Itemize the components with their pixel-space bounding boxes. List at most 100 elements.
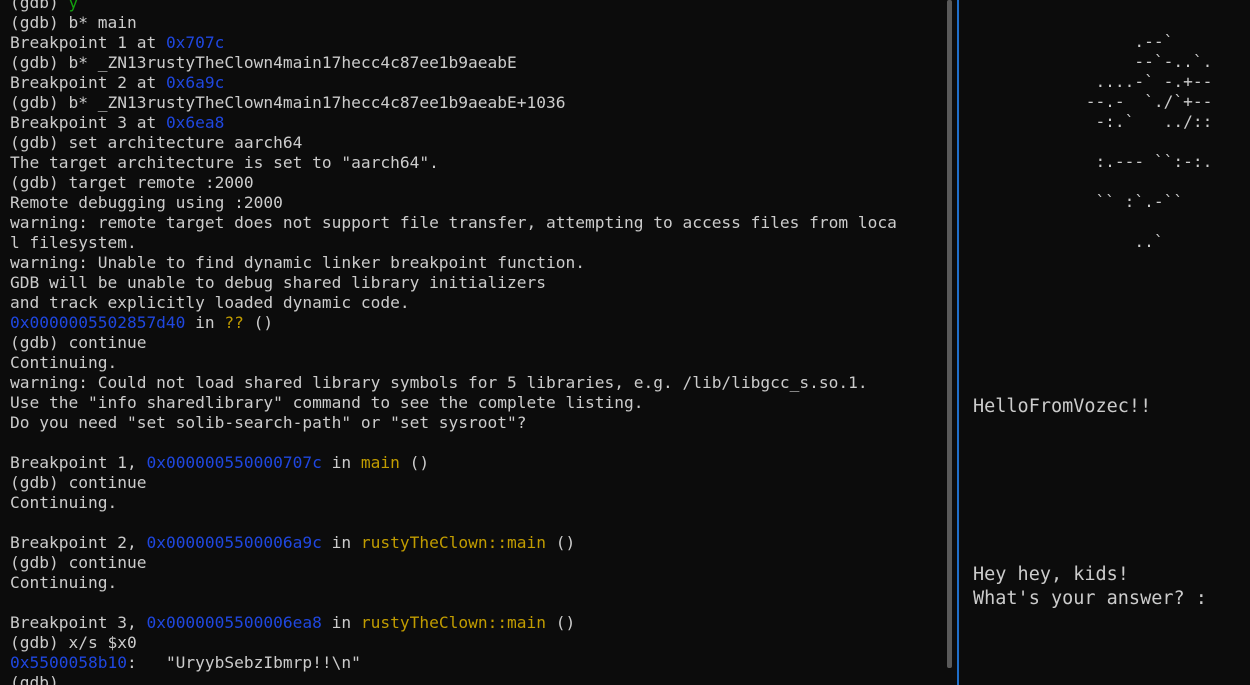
terminal-text: y (68, 0, 79, 12)
terminal-text: Remote debugging using :2000 (10, 193, 283, 212)
terminal-line: Use the "info sharedlibrary" command to … (10, 393, 897, 413)
terminal-text: (gdb) (10, 673, 69, 685)
terminal-text: 0x000000550000707c (146, 453, 322, 472)
terminal-text: 0x6a9c (165, 73, 225, 92)
terminal-text: (gdb) set architecture aarch64 (10, 133, 303, 152)
terminal-text: Breakpoint 2, (10, 533, 147, 552)
terminal-text: warning: remote target does not support … (10, 213, 897, 232)
art-line: ..` (959, 232, 1164, 251)
terminal-line: warning: Unable to find dynamic linker b… (10, 253, 897, 273)
terminal-line: (gdb) continue (10, 333, 897, 353)
terminal-text: Breakpoint 3, (10, 613, 147, 632)
ascii-art: .--` --`-..`. ....-` -.+-- --.- `./`+-- … (959, 32, 1213, 252)
terminal-line: (gdb) x/s $x0 (10, 633, 897, 653)
terminal-text: main (360, 453, 400, 472)
terminal-text: (gdb) target remote :2000 (10, 173, 254, 192)
terminal-text: 0x0000005500006a9c (146, 533, 322, 552)
terminal-line: 0x0000005502857d40 in ?? () (10, 313, 897, 333)
terminal-line: (gdb) continue (10, 553, 897, 573)
terminal-line: Do you need "set solib-search-path" or "… (10, 413, 897, 433)
terminal-line: Breakpoint 1, 0x000000550000707c in main… (10, 453, 897, 473)
terminal-text: () (399, 453, 430, 472)
art-line: --`-..`. (959, 52, 1213, 71)
hello-message: HelloFromVozec!! (973, 396, 1152, 417)
terminal-text: (gdb) continue (10, 473, 147, 492)
prompt-line-1: Hey hey, kids! (973, 564, 1129, 585)
gdb-output: (gdb) y (gdb) b* main Breakpoint 1 at 0x70… (10, 0, 897, 685)
terminal-line: (gdb) b* _ZN13rustyTheClown4main17hecc4c… (10, 93, 897, 113)
art-line: --.- `./`+-- (959, 92, 1213, 111)
terminal-line: Breakpoint 2 at 0x6a9c (10, 73, 897, 93)
terminal-text: warning: Unable to find dynamic linker b… (10, 253, 585, 272)
terminal-line: 0x5500058b10: "UryybSebzIbmrp!!\n" (10, 653, 897, 673)
terminal-text: in (321, 613, 361, 632)
art-line: ....-` -.+-- (959, 72, 1213, 91)
terminal-text: warning: Could not load shared library s… (10, 373, 868, 392)
terminal-line: Continuing. (10, 493, 897, 513)
terminal-line: (gdb) (10, 673, 897, 685)
terminal-text: rustyTheClown::main (360, 533, 547, 552)
terminal-line: Breakpoint 3, 0x0000005500006ea8 in rust… (10, 613, 897, 633)
terminal-text: Use the "info sharedlibrary" command to … (10, 393, 644, 412)
terminal-text: 0x5500058b10 (10, 653, 127, 672)
terminal-text: Continuing. (10, 493, 118, 512)
terminal-text: 0x6ea8 (165, 113, 225, 132)
terminal-line: GDB will be unable to debug shared libra… (10, 273, 897, 293)
terminal-text: 0x0000005502857d40 (10, 313, 186, 332)
prompt-line-2[interactable]: What's your answer? : (973, 587, 1207, 611)
art-line: :.--- ``:-:. (959, 152, 1213, 171)
terminal-line: l filesystem. (10, 233, 897, 253)
terminal-line: Continuing. (10, 573, 897, 593)
terminal-line: Continuing. (10, 353, 897, 373)
terminal-text: Breakpoint 1, (10, 453, 147, 472)
terminal-text: l filesystem. (10, 233, 137, 252)
terminal-line: and track explicitly loaded dynamic code… (10, 293, 897, 313)
terminal-text: Continuing. (10, 353, 118, 372)
terminal-text: () (546, 533, 576, 552)
scrollbar[interactable] (947, 0, 952, 668)
terminal-line: (gdb) target remote :2000 (10, 173, 897, 193)
terminal-text: and track explicitly loaded dynamic code… (10, 293, 410, 312)
art-line (959, 172, 1212, 192)
terminal-line: The target architecture is set to "aarch… (10, 153, 897, 173)
terminal-text: (gdb) b* main (10, 13, 137, 32)
terminal-text: : "UryybSebzIbmrp!!\n" (126, 653, 361, 672)
terminal-text: Breakpoint 3 at (10, 113, 166, 132)
terminal-text: Continuing. (10, 573, 118, 592)
terminal-text: (gdb) (10, 0, 69, 12)
terminal-text: The target architecture is set to "aarch… (10, 153, 439, 172)
terminal-text: in (185, 313, 225, 332)
terminal-text: (gdb) continue (10, 553, 147, 572)
art-line: -:.` ../:: (959, 112, 1213, 131)
gdb-terminal-pane[interactable]: (gdb) y (gdb) b* main Breakpoint 1 at 0x70… (0, 0, 946, 685)
terminal-text: in (321, 533, 361, 552)
terminal-text: Breakpoint 1 at (10, 33, 166, 52)
terminal-line: (gdb) b* _ZN13rustyTheClown4main17hecc4c… (10, 53, 897, 73)
terminal-text: rustyTheClown::main (360, 613, 547, 632)
terminal-text: () (546, 613, 576, 632)
terminal-text: () (243, 313, 274, 332)
terminal-line: Breakpoint 3 at 0x6ea8 (10, 113, 897, 133)
terminal-line: (gdb) set architecture aarch64 (10, 133, 897, 153)
terminal-line: (gdb) b* main (10, 13, 897, 33)
terminal-text: Do you need "set solib-search-path" or "… (10, 413, 527, 432)
terminal-text: in (321, 453, 361, 472)
art-line: `` :`.-`` (959, 192, 1184, 211)
terminal-text: (gdb) b* _ZN13rustyTheClown4main17hecc4c… (10, 53, 517, 72)
terminal-text: (gdb) continue (10, 333, 147, 352)
terminal-line: Breakpoint 1 at 0x707c (10, 33, 897, 53)
art-line (959, 212, 1212, 232)
terminal-text: 0x707c (165, 33, 225, 52)
terminal-line: Breakpoint 2, 0x0000005500006a9c in rust… (10, 533, 897, 553)
program-terminal-pane[interactable]: .--` --`-..`. ....-` -.+-- --.- `./`+-- … (959, 0, 1250, 685)
terminal-line: warning: remote target does not support … (10, 213, 897, 233)
terminal-text: (gdb) b* _ZN13rustyTheClown4main17hecc4c… (10, 93, 566, 112)
terminal-line: (gdb) continue (10, 473, 897, 493)
terminal-text: GDB will be unable to debug shared libra… (10, 273, 547, 292)
terminal-text: (gdb) x/s $x0 (10, 633, 137, 652)
art-line: .--` (959, 32, 1174, 51)
terminal-text: Breakpoint 2 at (10, 73, 166, 92)
